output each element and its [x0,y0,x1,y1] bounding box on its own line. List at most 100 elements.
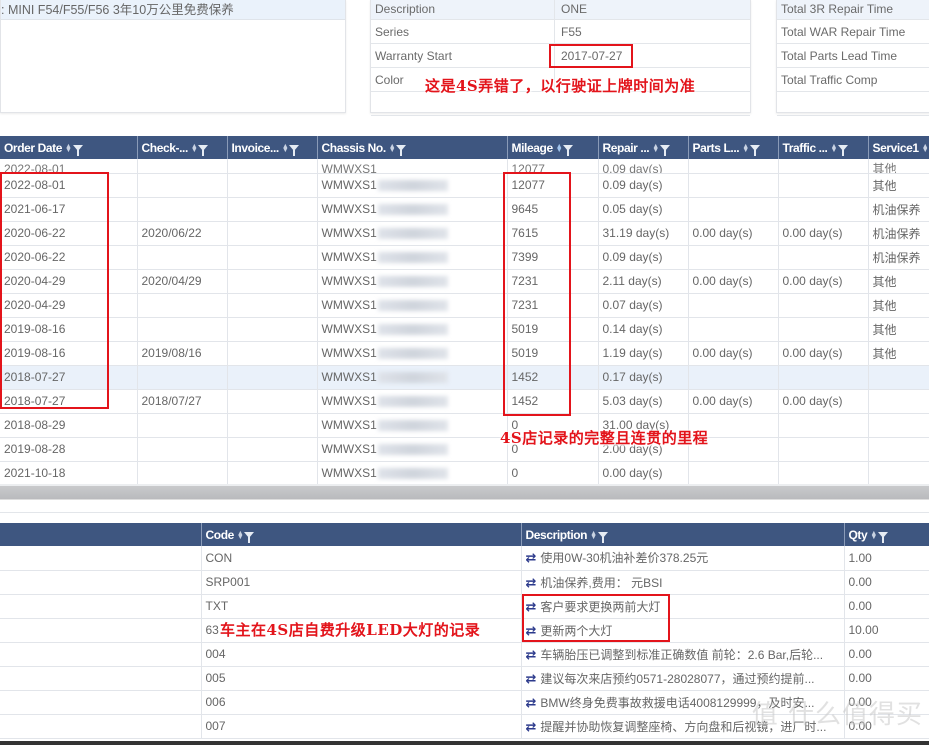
redacted-text [377,228,448,240]
filter-icon[interactable] [563,145,574,157]
sort-icon[interactable]: ▲ ▼ [742,143,749,154]
column-header[interactable]: Order Date ▲ ▼ [0,136,138,159]
filter-icon[interactable] [597,532,608,544]
cell-blank [0,714,202,739]
sort-icon[interactable]: ▲ ▼ [830,143,837,154]
table-row[interactable]: 004 ⇄ 车辆胎压已调整到标准正确数值 前轮：2.6 Bar,后轮... 0.00 [0,642,929,667]
table-row[interactable]: CON ⇄ 使用0W-30机油补差价378.25元 1.00 [0,546,929,571]
sort-icon[interactable]: ▲ ▼ [237,530,244,541]
chassis-prefix: WMWXS1 [321,274,377,288]
swap-icon[interactable]: ⇄ [526,719,537,734]
filter-icon[interactable] [72,145,83,157]
table-row[interactable]: TXT ⇄ 客户要求更换两前大灯 0.00 [0,594,929,619]
column-header[interactable]: Check-... ▲ ▼ [137,136,228,159]
column-header[interactable] [0,523,202,546]
table-row-partial[interactable]: 2022-08-01 WMWXS1 12077 0.09 day(s) 其他 [0,159,929,174]
cell-description: ⇄ 建议每次来店预约0571-28028077，通过预约提前... [521,666,845,691]
table-row[interactable]: 2018-07-27 2018/07/27 WMWXS1 1452 5.03 day(s… [0,389,929,414]
horizontal-scrollbar[interactable] [0,486,929,500]
cell-check [137,173,228,198]
swap-icon[interactable]: ⇄ [526,695,537,710]
sort-icon[interactable]: ▲ ▼ [922,143,928,154]
sort-icon[interactable]: ▲ ▼ [590,530,597,541]
sort-icon[interactable]: ▲ ▼ [65,143,72,154]
cell-check [137,461,228,486]
column-header[interactable]: Parts L... ▲ ▼ [688,136,779,159]
sort-icon[interactable]: ▲ ▼ [652,143,659,154]
filter-icon[interactable] [396,145,407,157]
column-header[interactable]: Mileage ▲ ▼ [507,136,599,159]
sort-icon[interactable]: ▲ ▼ [191,143,198,154]
table-row[interactable]: 2020-04-29 2020/04/29 WMWXS1 7231 2.11 day(s… [0,269,929,294]
cell-invoice [227,173,318,198]
table-row[interactable]: 005 ⇄ 建议每次来店预约0571-28028077，通过预约提前... 0.00 [0,666,929,691]
cell-repair: 0.17 day(s) [598,365,689,390]
sort-icon[interactable]: ▲ ▼ [389,143,396,154]
swap-icon[interactable]: ⇄ [526,550,537,565]
cell-chassis: WMWXS1 [317,437,508,462]
chassis-prefix: WMWXS1 [321,298,377,312]
cell-invoice [227,293,318,318]
chassis-prefix: WMWXS1 [321,442,377,456]
table-row[interactable]: 2020-06-22 2020/06/22 WMWXS1 7615 31.19 day(… [0,221,929,246]
totals-empty-row [777,92,929,116]
cell-description: ⇄ 使用0W-30机油补差价378.25元 [521,546,845,571]
filter-icon[interactable] [877,532,888,544]
column-header[interactable]: Traffic ... ▲ ▼ [778,136,869,159]
table-row[interactable]: 2021-10-18 WMWXS1 0 0.00 day(s) [0,461,929,486]
swap-icon[interactable]: ⇄ [526,575,537,590]
table-row[interactable]: 2020-04-29 WMWXS1 7231 0.07 day(s) 其他 [0,293,929,318]
mileage-annotation: 4S店记录的完整且连贯的里程 [500,429,709,447]
table-row[interactable]: 2018-08-29 WMWXS1 0 31.00 day(s) [0,413,929,438]
sort-icon[interactable]: ▲ ▼ [556,143,563,154]
cell-chassis: WMWXS1 [317,413,508,438]
cell-repair: 0.07 day(s) [598,293,689,318]
table-row[interactable]: 2019-08-16 WMWXS1 5019 0.14 day(s) 其他 [0,317,929,342]
column-header[interactable]: Chassis No. ▲ ▼ [317,136,508,159]
column-header-label: Traffic ... [782,140,828,155]
cell-traffic [778,461,869,486]
column-header[interactable]: Invoice... ▲ ▼ [227,136,318,159]
cell-repair: 0.00 day(s) [598,461,689,486]
cell-code: 004 [201,642,522,667]
sort-icon[interactable]: ▲ ▼ [870,530,877,541]
sort-icon[interactable]: ▲ ▼ [282,143,289,154]
cell-check [137,245,228,270]
column-header[interactable]: Code ▲ ▼ [201,523,522,546]
package-title: : MINI F54/F55/F56 3年10万公里免费保养 [1,0,345,20]
cell-blank [0,690,202,715]
table-row[interactable]: 2021-06-17 WMWXS1 9645 0.05 day(s) 机油保养 [0,197,929,222]
table-row[interactable]: 2019-08-16 2019/08/16 WMWXS1 5019 1.19 day(s… [0,341,929,366]
cell-service [868,365,929,390]
cell-invoice [227,389,318,414]
column-header-label: Repair ... [602,140,650,155]
table-row[interactable]: 2020-06-22 WMWXS1 7399 0.09 day(s) 机油保养 [0,245,929,270]
cell-repair: 31.19 day(s) [598,221,689,246]
cell-description: ⇄ 机油保养,费用： 元BSI [521,570,845,595]
column-header[interactable]: Qty ▲ ▼ [844,523,929,546]
cell-invoice [227,437,318,462]
table-row[interactable]: 2018-07-27 WMWXS1 1452 0.17 day(s) [0,365,929,390]
filter-icon[interactable] [659,145,670,157]
cell-chassis: WMWXS1 [317,221,508,246]
filter-icon[interactable] [837,145,848,157]
filter-icon[interactable] [244,532,255,544]
table-row[interactable]: 2019-08-28 WMWXS1 0 2.00 day(s) [0,437,929,462]
swap-icon[interactable]: ⇄ [526,647,537,662]
table-row[interactable]: SRP001 ⇄ 机油保养,费用： 元BSI 0.00 [0,570,929,595]
column-header[interactable]: Repair ... ▲ ▼ [598,136,689,159]
cell-mileage: 0 [507,461,599,486]
cell-traffic [778,293,869,318]
cell-check [137,159,228,174]
cell-check [137,437,228,462]
filter-icon[interactable] [289,145,300,157]
filter-icon[interactable] [198,145,209,157]
swap-icon[interactable]: ⇄ [526,671,537,686]
column-header[interactable]: Service1 ▲ ▼ [868,136,929,159]
cell-check: 2018/07/27 [137,389,228,414]
cell-service [868,461,929,486]
filter-icon[interactable] [749,145,760,157]
cell-code: SRP001 [201,570,522,595]
column-header[interactable]: Description ▲ ▼ [521,523,845,546]
table-row[interactable]: 2022-08-01 WMWXS1 12077 0.09 day(s) 其他 [0,173,929,198]
